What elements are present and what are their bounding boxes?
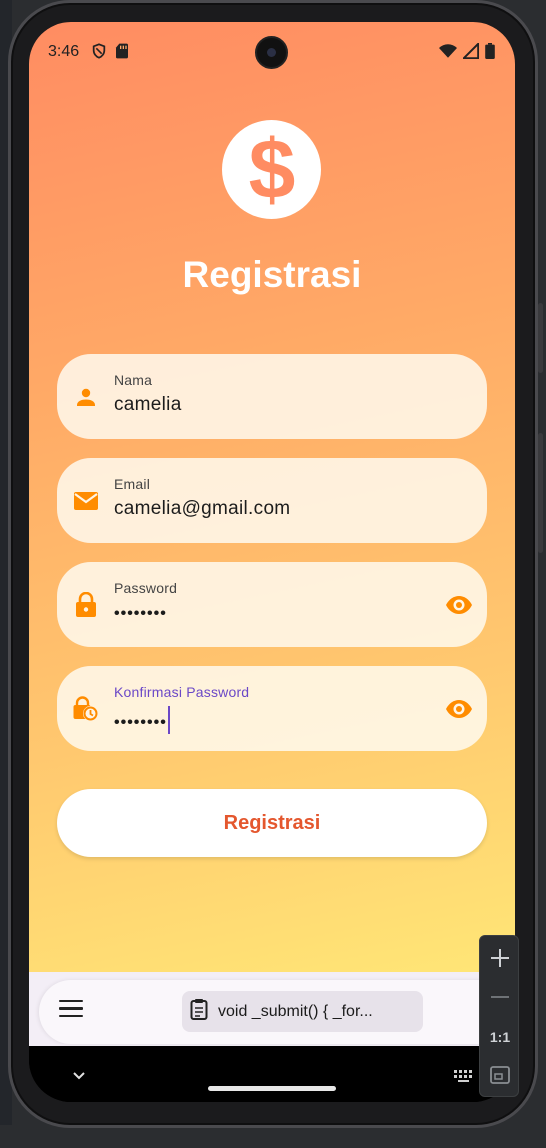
fit-screen-icon[interactable]: [480, 1058, 520, 1092]
confirm-password-field-label: Konfirmasi Password: [114, 684, 250, 700]
lock-icon: [73, 592, 99, 618]
eye-icon[interactable]: [445, 591, 473, 619]
email-field-value[interactable]: camelia@gmail.com: [114, 498, 290, 520]
password-field[interactable]: Password ••••••••: [57, 562, 487, 647]
emulator-toolbar: 1:1: [479, 935, 519, 1097]
email-field[interactable]: Email camelia@gmail.com: [57, 458, 487, 543]
front-camera: [255, 36, 288, 69]
svg-text:$: $: [248, 130, 295, 210]
battery-icon: [485, 43, 495, 64]
wifi-icon: [439, 43, 457, 64]
shield-icon: [91, 43, 107, 64]
clipboard-text: void _submit() { _for...: [218, 1002, 373, 1020]
confirm-password-field-value[interactable]: ••••••••: [114, 706, 170, 737]
password-field-label: Password: [114, 580, 178, 596]
person-icon: [73, 384, 99, 410]
actual-size-button[interactable]: 1:1: [480, 1020, 520, 1054]
email-icon: [73, 488, 99, 514]
signal-icon: [461, 41, 480, 64]
bottom-panel: void _submit() { _for...: [29, 972, 515, 1046]
eye-icon[interactable]: [445, 695, 473, 723]
name-field-label: Nama: [114, 372, 153, 388]
navigation-bar: [29, 1046, 515, 1102]
power-button[interactable]: [538, 303, 543, 373]
desktop-background-bottom: [0, 1125, 546, 1148]
confirm-password-field[interactable]: Konfirmasi Password ••••••••: [57, 666, 487, 751]
clipboard-chip[interactable]: void _submit() { _for...: [182, 991, 423, 1032]
text-cursor: [167, 706, 170, 734]
email-field-label: Email: [114, 476, 151, 492]
dollar-icon: $: [222, 120, 321, 219]
name-field[interactable]: Nama camelia: [57, 354, 487, 439]
password-field-value[interactable]: ••••••••: [114, 605, 167, 623]
zoom-in-button[interactable]: [480, 941, 520, 975]
name-field-value[interactable]: camelia: [114, 394, 182, 416]
zoom-out-button[interactable]: [480, 980, 520, 1014]
volume-button[interactable]: [538, 433, 543, 553]
status-bar: 3:46: [29, 22, 515, 82]
sd-card-icon: [115, 43, 129, 64]
registration-screen: 3:46 $ Registrasi Nama camelia Email cam…: [29, 22, 515, 972]
home-handle[interactable]: [208, 1086, 336, 1091]
phone-screen: 3:46 $ Registrasi Nama camelia Email cam…: [29, 22, 515, 1102]
confirm-password-dots: ••••••••: [114, 714, 167, 732]
chevron-down-icon[interactable]: [72, 1068, 86, 1086]
clipboard-icon: [190, 998, 208, 1025]
page-title: Registrasi: [182, 254, 362, 295]
keyboard-icon[interactable]: [454, 1070, 474, 1089]
lock-clock-icon: [73, 696, 99, 722]
status-time: 3:46: [48, 43, 80, 60]
menu-icon[interactable]: [59, 1000, 83, 1020]
register-button[interactable]: Registrasi: [57, 789, 487, 857]
